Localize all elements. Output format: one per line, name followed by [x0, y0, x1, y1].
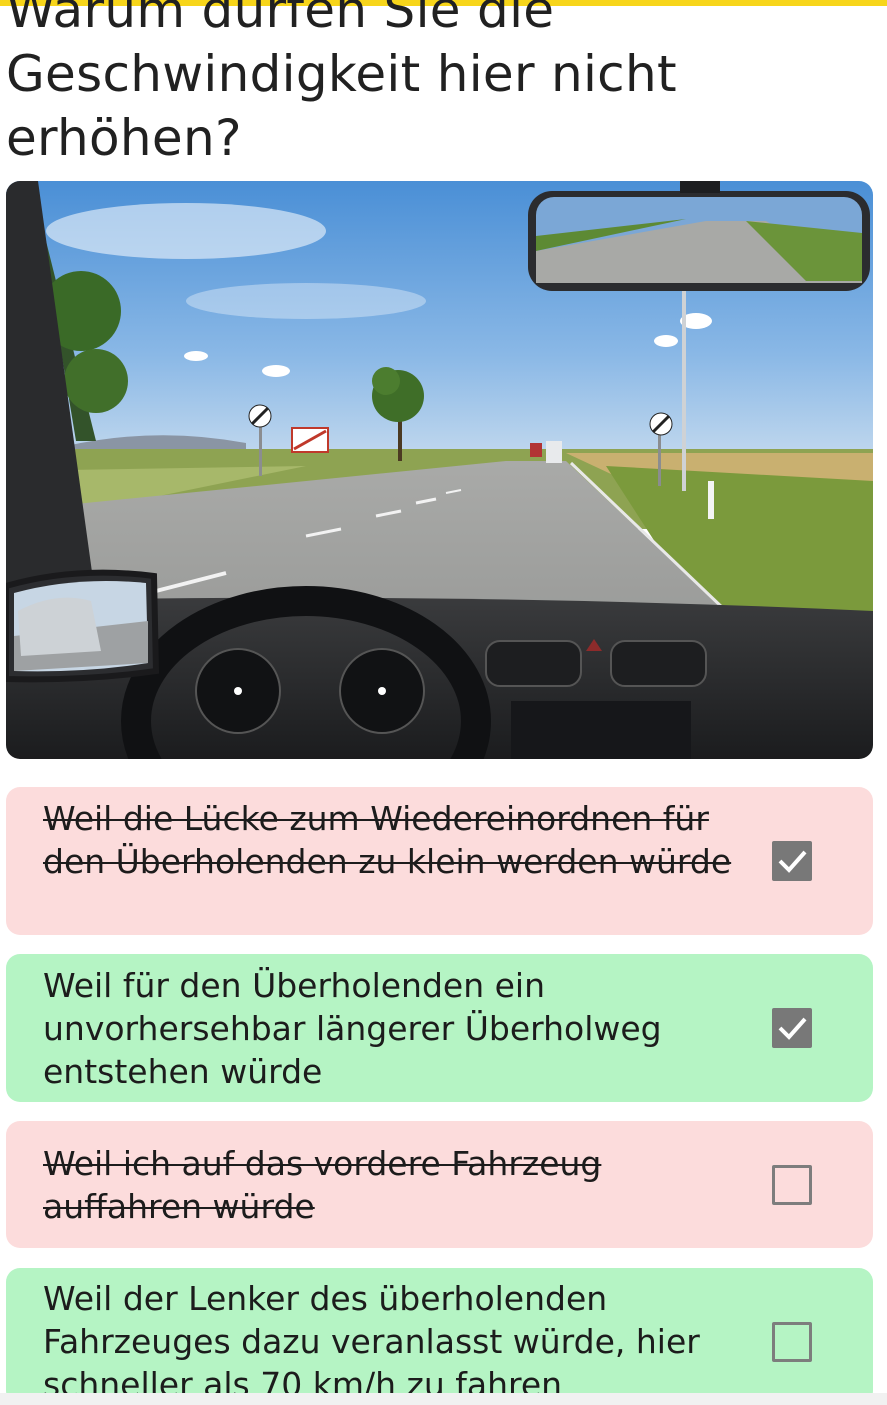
- answer-option-1-text: Weil die Lücke zum Wiedereinordnen für d…: [43, 799, 732, 881]
- checkmark-icon: [778, 850, 807, 873]
- bottom-edge: [0, 1393, 887, 1405]
- answer-option-1[interactable]: Weil die Lücke zum Wiedereinordnen für d…: [6, 787, 873, 935]
- answer-option-3-text: Weil ich auf das vordere Fahrzeug auffah…: [43, 1144, 602, 1226]
- answer-option-2[interactable]: Weil für den Überholenden ein unvorherse…: [6, 954, 873, 1102]
- answer-option-2-checkbox[interactable]: [772, 1008, 812, 1048]
- answer-option-3-checkbox[interactable]: [772, 1165, 812, 1205]
- answer-option-1-checkbox[interactable]: [772, 841, 812, 881]
- answer-option-4-text: Weil der Lenker des überholenden Fahrzeu…: [43, 1279, 700, 1404]
- answer-option-4[interactable]: Weil der Lenker des überholenden Fahrzeu…: [6, 1268, 873, 1405]
- checkmark-icon: [778, 1017, 807, 1040]
- answer-option-3[interactable]: Weil ich auf das vordere Fahrzeug auffah…: [6, 1121, 873, 1248]
- question-image: [6, 181, 873, 759]
- answer-option-2-text: Weil für den Überholenden ein unvorherse…: [43, 966, 662, 1091]
- question-title: Warum dürfen Sie die Geschwindigkeit hie…: [6, 0, 677, 167]
- answer-option-4-checkbox[interactable]: [772, 1322, 812, 1362]
